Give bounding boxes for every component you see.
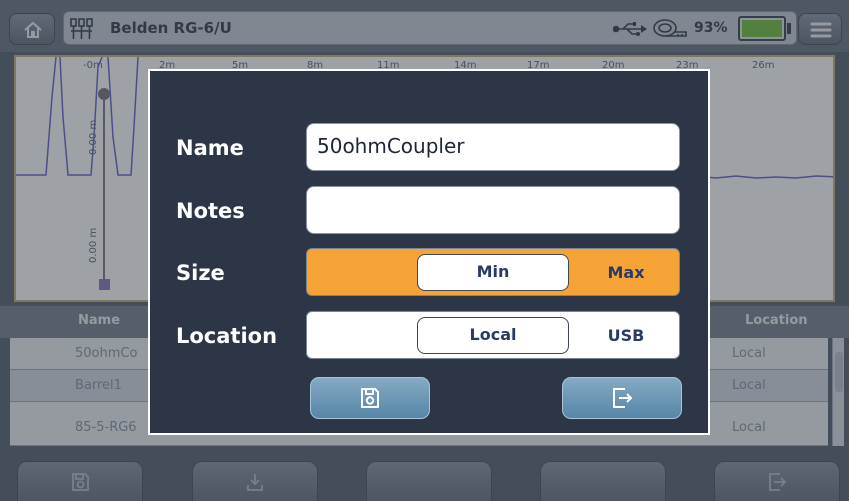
size-toggle[interactable]: Min Max — [306, 248, 680, 296]
location-option-usb[interactable]: USB — [585, 317, 667, 354]
size-option-min[interactable]: Min — [417, 254, 569, 291]
notes-label: Notes — [176, 199, 245, 223]
location-option-local[interactable]: Local — [417, 317, 569, 354]
name-input[interactable]: 50ohmCoupler — [306, 123, 680, 171]
location-label: Location — [176, 324, 278, 348]
dialog-save-button[interactable] — [310, 377, 430, 419]
size-option-max[interactable]: Max — [585, 254, 667, 291]
name-input-value: 50ohmCoupler — [317, 134, 465, 158]
location-toggle[interactable]: Local USB — [306, 311, 680, 359]
size-label: Size — [176, 261, 225, 285]
dialog-exit-button[interactable] — [562, 377, 682, 419]
save-trace-dialog: Name 50ohmCoupler Notes Size Min Max Loc… — [148, 69, 710, 435]
exit-icon — [613, 388, 633, 408]
name-label: Name — [176, 136, 244, 160]
save-icon — [361, 388, 379, 408]
notes-input[interactable] — [306, 186, 680, 234]
